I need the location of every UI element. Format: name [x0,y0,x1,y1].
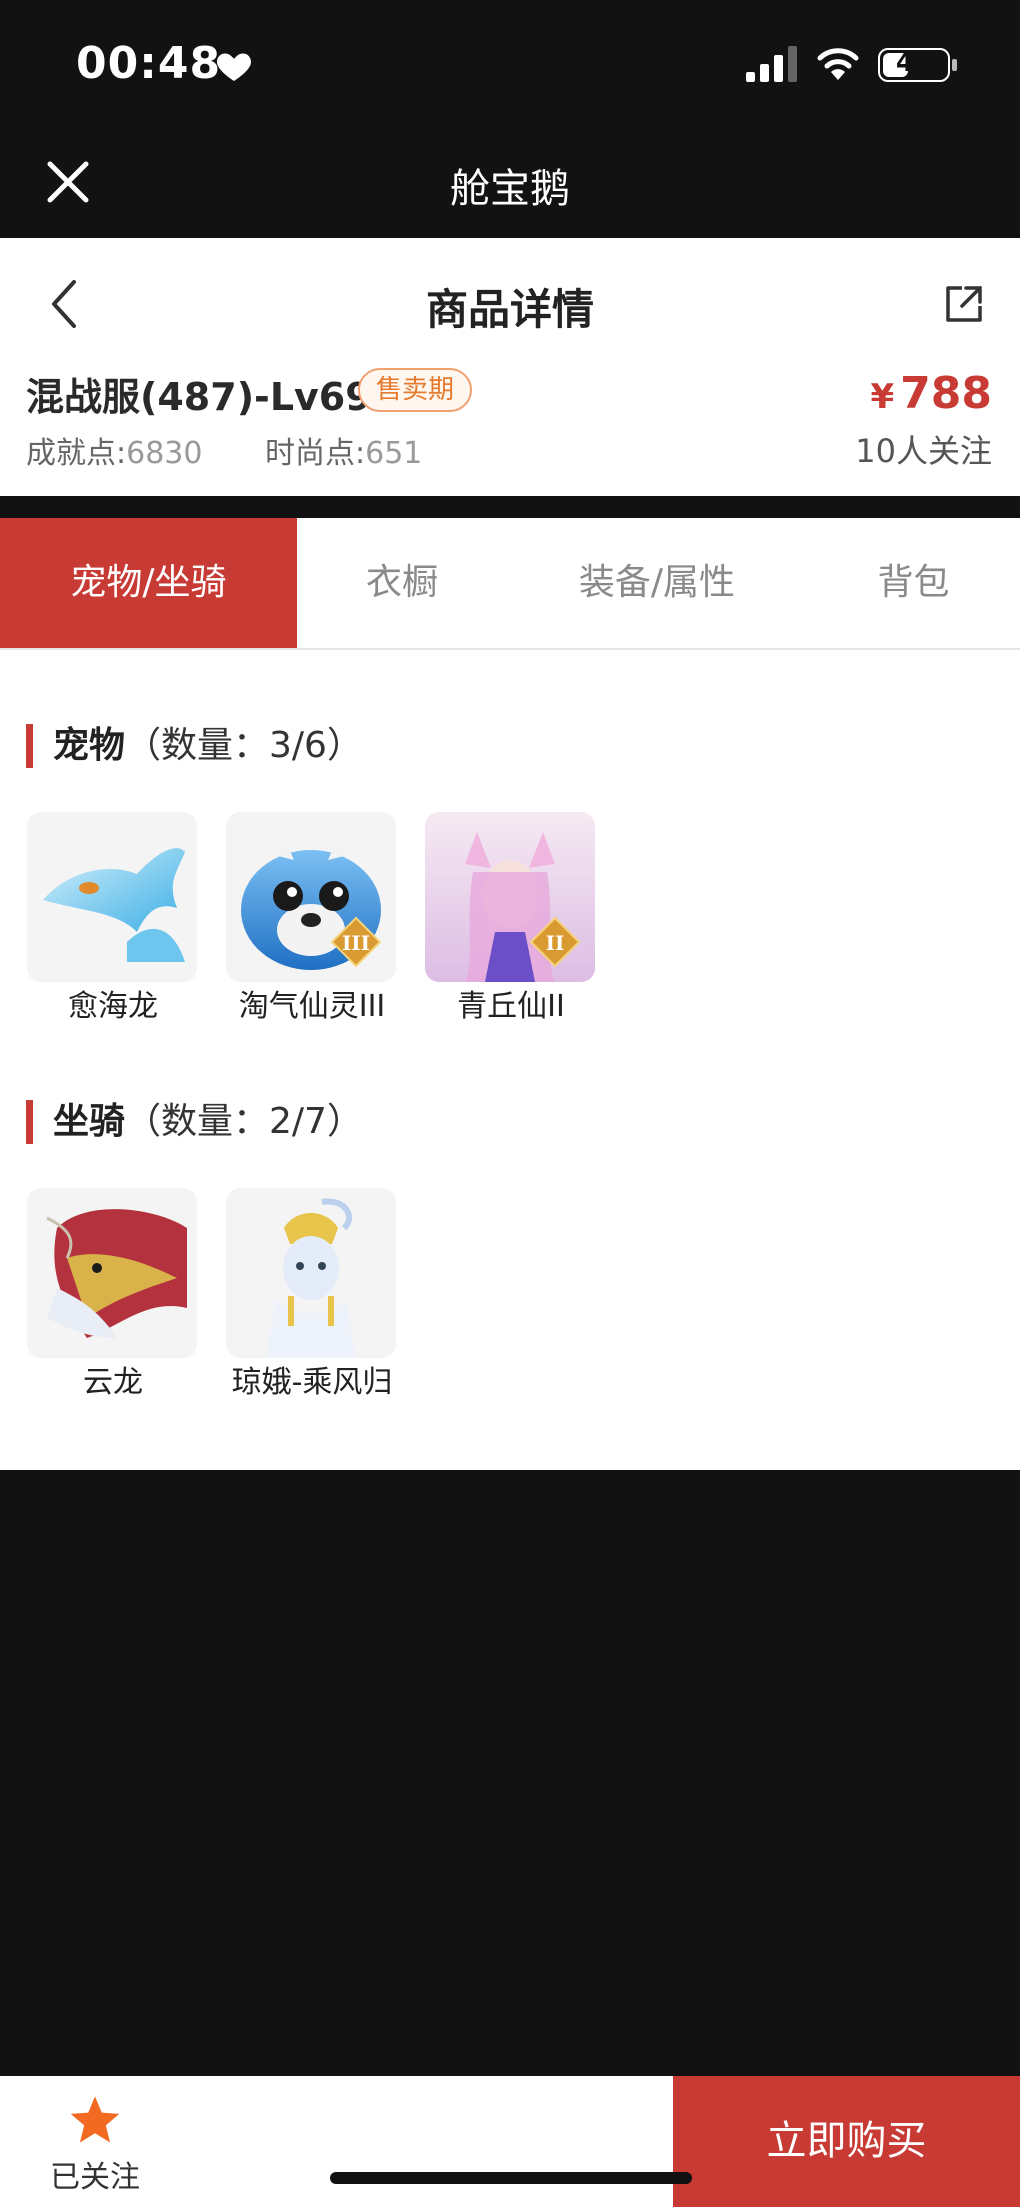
status-bar: 00:48 41 [0,0,1020,120]
pet-item[interactable]: II 青丘仙II [425,812,597,1028]
pets-section-title: 宠物（数量：3/6） [26,724,363,768]
signal-icon [746,46,797,82]
pet-item[interactable]: 愈海龙 [27,812,199,1028]
pet-item[interactable]: III 淘气仙灵III [226,812,398,1028]
tier-badge-icon: III [330,916,382,968]
price: ¥788 [870,368,992,419]
tab-bar: 宠物/坐骑 衣橱 装备/属性 背包 [0,518,1020,650]
pet-label: 淘气仙灵III [238,989,386,1024]
tab-pets-mounts[interactable]: 宠物/坐骑 [0,518,297,648]
fashion-points: 时尚点:651 [265,428,422,472]
tab-backpack[interactable]: 背包 [807,518,1020,648]
achievement-value: 6830 [126,436,203,471]
tier-label: III [342,931,370,955]
follower-count: 10人关注 [855,432,992,470]
fashion-label: 时尚点: [265,436,366,471]
bottom-bar: 已关注 立即购买 [0,2076,1020,2207]
pet-label: 青丘仙II [457,989,565,1024]
pets-title: 宠物 [53,725,126,766]
status-time: 00:48 [76,38,222,89]
tier-label: II [546,931,565,955]
mount-label: 琼娥-乘风归 [231,1365,393,1400]
page-title: 商品详情 [425,285,594,334]
achievement-points: 成就点:6830 [26,428,202,472]
follow-button[interactable]: 已关注 [40,2094,150,2196]
dragon-image [43,848,185,962]
follow-label: 已关注 [50,2160,140,2195]
tab-wardrobe[interactable]: 衣橱 [297,518,507,648]
mounts-count: （数量：2/7） [125,1101,363,1142]
wifi-icon [817,48,859,80]
app-bar: 舱宝鹅 [0,120,1020,238]
content-panel: 宠物（数量：3/6） 愈海龙 III 淘气仙灵III II 青丘仙II 坐骑（数… [0,650,1020,1470]
battery-icon: 41 [878,48,950,82]
tier-badge-icon: II [529,916,581,968]
share-icon[interactable] [942,282,986,326]
achievement-label: 成就点: [26,436,127,471]
home-indicator [330,2172,692,2184]
mount-item[interactable]: 云龙 [27,1188,199,1404]
battery-tip [952,59,957,71]
mount-image [27,1188,197,1358]
pet-image: III [226,812,396,982]
pets-count: （数量：3/6） [125,725,363,766]
product-header: 商品详情 混战服(487)-Lv69 售卖期 成就点:6830 时尚点:651 … [0,238,1020,496]
currency-symbol: ¥ [870,377,895,417]
mount-label: 云龙 [83,1365,143,1400]
battery-level: 41 [895,48,933,78]
pet-image: II [425,812,595,982]
pet-label: 愈海龙 [68,989,158,1024]
mount-image [226,1188,396,1358]
app-title: 舱宝鹅 [450,166,570,212]
status-badge: 售卖期 [358,368,473,412]
star-icon [70,2096,120,2143]
mounts-section-title: 坐骑（数量：2/7） [26,1100,363,1144]
pet-image [27,812,197,982]
mount-item[interactable]: 琼娥-乘风归 [226,1188,398,1404]
tab-equipment[interactable]: 装备/属性 [507,518,807,648]
cloud-dragon-image [46,1209,188,1338]
price-value: 788 [900,368,992,419]
fairy-image [266,1198,356,1358]
mounts-title: 坐骑 [53,1101,126,1142]
product-name: 混战服(487)-Lv69 [26,375,372,419]
buy-now-button[interactable]: 立即购买 [673,2076,1020,2207]
fashion-value: 651 [365,436,423,471]
heart-icon [216,53,252,81]
